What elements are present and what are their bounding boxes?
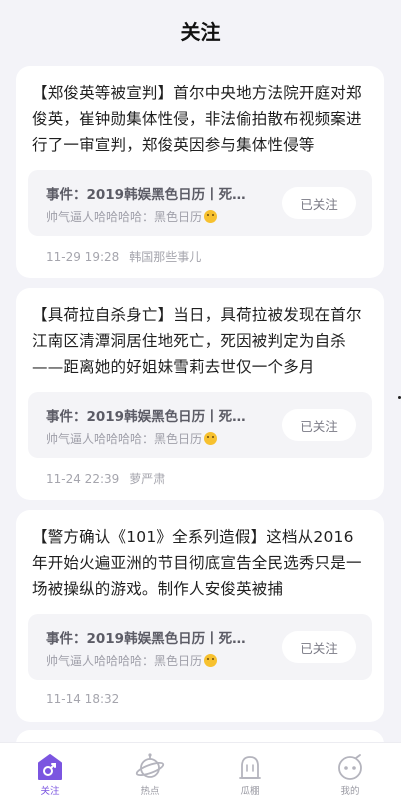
news-meta: 11-14 18:32 bbox=[46, 692, 129, 706]
news-topic[interactable]: 韩国那些事儿 bbox=[129, 250, 201, 264]
news-time: 11-29 19:28 bbox=[46, 250, 120, 264]
news-card[interactable]: 【警方确认《101》全系列造假】这档从2016年开始火遍亚洲的节目彻底宣告全民选… bbox=[16, 510, 384, 722]
emoji-icon bbox=[204, 654, 218, 667]
news-card[interactable]: 【具荷拉自杀身亡】当日，具荷拉被发现在首尔江南区清潭洞居住地死亡，死因被判定为自… bbox=[16, 288, 384, 500]
news-body[interactable]: 【警方确认《101》全系列造假】这档从2016年开始火遍亚洲的节目彻底宣告全民选… bbox=[32, 524, 368, 602]
event-box[interactable]: 事件：2019韩娱黑色日历丨死亡笔记 帅气逼人哈哈哈哈：黑色日历 已关注 bbox=[28, 392, 372, 458]
news-time: 11-24 22:39 bbox=[46, 472, 120, 486]
event-title[interactable]: 事件：2019韩娱黑色日历丨死亡笔记 bbox=[46, 183, 256, 203]
melon-icon bbox=[239, 756, 261, 779]
followed-button[interactable]: 已关注 bbox=[282, 631, 356, 663]
page-title: 关注 bbox=[180, 19, 221, 44]
page-header: 关注 bbox=[0, 0, 401, 60]
followed-button[interactable]: 已关注 bbox=[282, 187, 356, 219]
news-time: 11-14 18:32 bbox=[46, 692, 120, 706]
profile-face-icon bbox=[338, 754, 362, 780]
event-subtitle: 帅气逼人哈哈哈哈：黑色日历 bbox=[46, 208, 276, 225]
tab-label: 瓜棚 bbox=[240, 786, 260, 797]
event-subtitle: 帅气逼人哈哈哈哈：黑色日历 bbox=[46, 430, 276, 447]
tab-melon[interactable]: 瓜棚 bbox=[220, 743, 280, 801]
event-subtitle-text: 帅气逼人哈哈哈哈：黑色日历 bbox=[46, 654, 203, 668]
event-subtitle: 帅气逼人哈哈哈哈：黑色日历 bbox=[46, 652, 276, 669]
follow-icon bbox=[38, 754, 62, 780]
event-title[interactable]: 事件：2019韩娱黑色日历丨死亡笔记 bbox=[46, 627, 256, 647]
event-title[interactable]: 事件：2019韩娱黑色日历丨死亡笔记 bbox=[46, 405, 256, 425]
news-card[interactable]: 【郑俊英等被宣判】首尔中央地方法院开庭对郑俊英，崔钟勋集体性侵，非法偷拍散布视频… bbox=[16, 66, 384, 278]
tab-label: 关注 bbox=[40, 786, 60, 797]
emoji-icon bbox=[204, 432, 218, 445]
event-box[interactable]: 事件：2019韩娱黑色日历丨死亡笔记 帅气逼人哈哈哈哈：黑色日历 已关注 bbox=[28, 170, 372, 236]
emoji-icon bbox=[204, 210, 218, 223]
tab-label: 我的 bbox=[340, 786, 360, 797]
news-body[interactable]: 【具荷拉自杀身亡】当日，具荷拉被发现在首尔江南区清潭洞居住地死亡，死因被判定为自… bbox=[32, 302, 368, 380]
tab-hot[interactable]: 热点 bbox=[120, 743, 180, 801]
event-box[interactable]: 事件：2019韩娱黑色日历丨死亡笔记 帅气逼人哈哈哈哈：黑色日历 已关注 bbox=[28, 614, 372, 680]
planet-icon bbox=[135, 753, 165, 778]
tab-follow[interactable]: 关注 bbox=[20, 743, 80, 801]
tab-mine[interactable]: 我的 bbox=[320, 743, 380, 801]
bottom-tab-bar: 关注 热点 瓜棚 我的 bbox=[0, 742, 401, 801]
event-subtitle-text: 帅气逼人哈哈哈哈：黑色日历 bbox=[46, 210, 203, 224]
tab-label: 热点 bbox=[140, 786, 160, 797]
news-meta: 11-24 22:39 萝严肃 bbox=[46, 470, 165, 487]
followed-button[interactable]: 已关注 bbox=[282, 409, 356, 441]
news-body[interactable]: 【郑俊英等被宣判】首尔中央地方法院开庭对郑俊英，崔钟勋集体性侵，非法偷拍散布视频… bbox=[32, 80, 368, 158]
news-topic[interactable]: 萝严肃 bbox=[129, 472, 165, 486]
news-meta: 11-29 19:28 韩国那些事儿 bbox=[46, 248, 201, 265]
event-subtitle-text: 帅气逼人哈哈哈哈：黑色日历 bbox=[46, 432, 203, 446]
